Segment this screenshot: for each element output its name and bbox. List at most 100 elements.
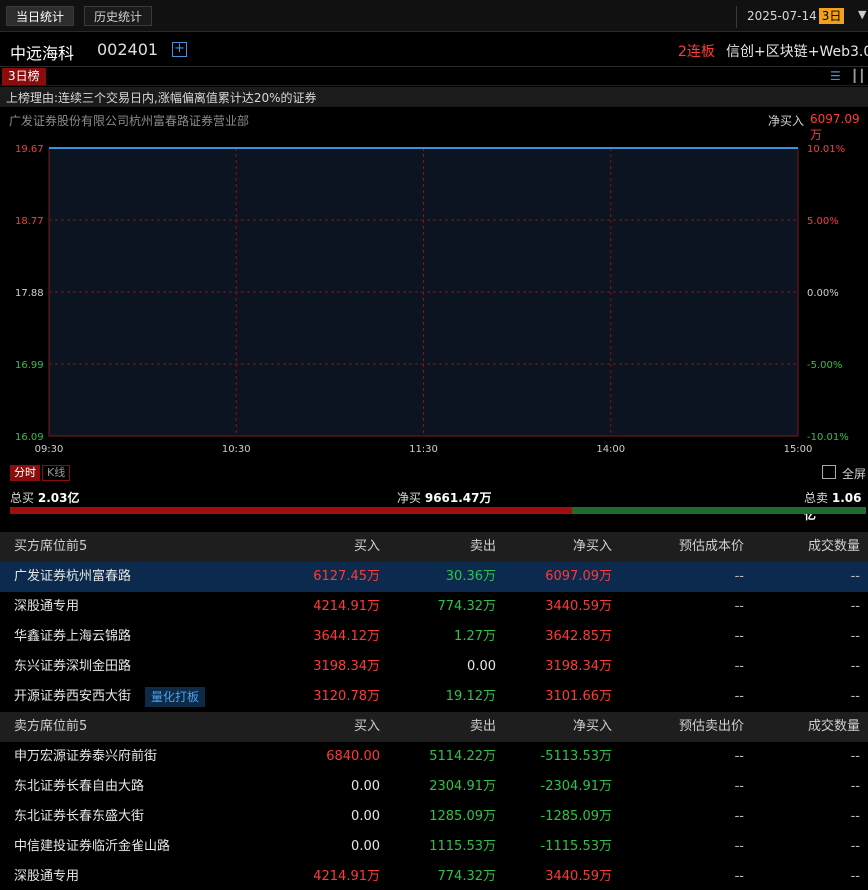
- y-tick-right: 5.00%: [807, 216, 839, 227]
- seat-name: 东北证券长春自由大路: [14, 779, 145, 794]
- table-row[interactable]: 东北证券长春东盛大街 0.00 1285.09万 -1285.09万 -- --: [0, 802, 868, 832]
- x-tick-label: 14:00: [596, 444, 625, 455]
- sell-amount: 1.27万: [454, 629, 496, 644]
- sell-amount: 30.36万: [445, 569, 496, 584]
- header-sell: 卖出: [469, 719, 496, 734]
- table-row[interactable]: 东北证券长春自由大路 0.00 2304.91万 -2304.91万 -- --: [0, 772, 868, 802]
- x-tick-label: 11:30: [409, 444, 438, 455]
- buy-amount: 6127.45万: [313, 569, 380, 584]
- x-tick-label: 10:30: [222, 444, 251, 455]
- listing-reason: 上榜理由:连续三个交易日内,涨幅偏离值累计达20%的证券: [0, 87, 868, 107]
- table-row[interactable]: 深股通专用 4214.91万 774.32万 3440.59万 -- --: [0, 592, 868, 622]
- sell-amount: 1115.53万: [429, 839, 496, 854]
- header-buy: 买入: [353, 719, 380, 734]
- seat-name: 开源证券西安西大街: [14, 689, 132, 704]
- sell-amount: 774.32万: [437, 869, 497, 884]
- sell-amount: 19.12万: [445, 689, 496, 704]
- net-amount: 3440.59万: [545, 869, 612, 884]
- seat-name: 东北证券长春东盛大街: [14, 809, 145, 824]
- y-tick-left: 18.77: [15, 216, 44, 227]
- add-watchlist-icon[interactable]: +: [172, 42, 187, 57]
- table-row[interactable]: 广发证券杭州富春路 6127.45万 30.36万 6097.09万 -- --: [0, 562, 868, 592]
- y-tick-left: 19.67: [15, 144, 44, 155]
- est-price: --: [734, 569, 744, 584]
- concept-tags: 信创+区块链+Web3.0: [726, 44, 868, 60]
- chevron-down-icon[interactable]: ▼: [858, 8, 866, 21]
- buy-amount: 4214.91万: [313, 869, 380, 884]
- table-row[interactable]: 开源证券西安西大街 量化打板 3120.78万 19.12万 3101.66万 -- --: [0, 682, 868, 712]
- net-amount: 6097.09万: [545, 569, 612, 584]
- header-sell-seats: 卖方席位前5: [14, 719, 88, 734]
- est-price: --: [734, 809, 744, 824]
- sell-table-header: 卖方席位前5 买入 卖出 净买入 预估卖出价 成交数量: [0, 712, 868, 742]
- net-amount: -2304.91万: [540, 779, 612, 794]
- seat-name: 华鑫证券上海云锦路: [14, 629, 132, 644]
- broker-name: 广发证券股份有限公司杭州富春路证券营业部: [9, 114, 250, 128]
- board-badge-row: 3日榜 ☰ ┃┃: [0, 67, 868, 86]
- buy-amount: 3644.12万: [313, 629, 380, 644]
- table-row[interactable]: 华鑫证券上海云锦路 3644.12万 1.27万 3642.85万 -- --: [0, 622, 868, 652]
- fullscreen-label[interactable]: 全屏: [842, 465, 866, 482]
- y-tick-left: 16.99: [15, 360, 44, 371]
- tab-kline[interactable]: K线: [42, 465, 71, 481]
- x-tick-label: 09:30: [35, 444, 64, 455]
- date-selector[interactable]: 2025-07-14 3日: [736, 6, 845, 28]
- y-tick-right: -10.01%: [807, 432, 849, 443]
- sell-amount: 2304.91万: [429, 779, 496, 794]
- y-tick-left: 16.09: [15, 432, 44, 443]
- y-tick-right: -5.00%: [807, 360, 842, 371]
- listing-reason-text: 上榜理由:连续三个交易日内,涨幅偏离值累计达20%的证券: [6, 91, 317, 105]
- est-price: --: [734, 779, 744, 794]
- date-range-badge[interactable]: 3日: [818, 8, 845, 24]
- net-amount: 3642.85万: [545, 629, 612, 644]
- volume: --: [850, 569, 860, 584]
- total-sell: 总卖 1.06亿: [804, 489, 868, 523]
- chart-tab-row: 分时 K线 全屏: [0, 463, 868, 485]
- header-buy: 买入: [353, 539, 380, 554]
- total-net: 净买 9661.47万: [397, 489, 492, 506]
- intraday-chart-svg: 19.67 10.01% 18.77 5.00% 17.88 0.00% 16.99 -5.0…: [15, 144, 849, 455]
- table-row[interactable]: 申万宏源证券泰兴府前街 6840.00 5114.22万 -5113.53万 -- --: [0, 742, 868, 772]
- tab-history-stats[interactable]: 历史统计: [84, 6, 153, 26]
- seat-name: 深股通专用: [14, 869, 80, 884]
- volume: --: [850, 629, 860, 644]
- intraday-chart[interactable]: 19.67 10.01% 18.77 5.00% 17.88 0.00% 16.99 -5.0…: [0, 138, 868, 460]
- seat-name: 广发证券杭州富春路: [14, 569, 132, 584]
- total-buy-value: 2.03亿: [37, 491, 80, 505]
- totals-row: 总买 2.03亿 净买 9661.47万 总卖 1.06亿: [0, 486, 868, 522]
- sell-amount: 0.00: [467, 659, 496, 674]
- buy-ratio-fill: [10, 507, 573, 514]
- tab-intraday[interactable]: 分时: [10, 465, 40, 481]
- quant-tag[interactable]: 量化打板: [145, 687, 206, 707]
- fullscreen-icon[interactable]: [822, 465, 836, 479]
- board-period-badge[interactable]: 3日榜: [2, 68, 46, 85]
- volume: --: [850, 689, 860, 704]
- tab-daily-stats[interactable]: 当日统计: [6, 6, 75, 26]
- volume: --: [850, 599, 860, 614]
- est-price: --: [734, 749, 744, 764]
- buy-table-header: 买方席位前5 买入 卖出 净买入 预估成本价 成交数量: [0, 532, 868, 562]
- table-row[interactable]: 中信建投证券临沂金雀山路 0.00 1115.53万 -1115.53万 -- --: [0, 832, 868, 862]
- volume: --: [850, 749, 860, 764]
- volume: --: [850, 659, 860, 674]
- header-sell: 卖出: [469, 539, 496, 554]
- buy-amount: 0.00: [351, 839, 380, 854]
- seat-name: 深股通专用: [14, 599, 80, 614]
- sell-amount: 5114.22万: [429, 749, 496, 764]
- stock-code: 002401: [97, 40, 159, 59]
- date-text: 2025-07-14: [747, 9, 817, 23]
- buy-amount: 0.00: [351, 779, 380, 794]
- stock-header: 中远海科 002401 + 2连板 信创+区块链+Web3.0: [0, 33, 868, 67]
- header-volume: 成交数量: [807, 719, 860, 734]
- table-row[interactable]: 东兴证券深圳金田路 3198.34万 0.00 3198.34万 -- --: [0, 652, 868, 682]
- header-volume: 成交数量: [807, 539, 860, 554]
- net-amount: -1115.53万: [540, 839, 612, 854]
- buy-sell-ratio-bar: [10, 507, 866, 514]
- list-view-icon[interactable]: ☰: [830, 69, 841, 83]
- stock-name: 中远海科: [10, 44, 75, 63]
- total-buy-label: 总买: [10, 491, 35, 505]
- table-row[interactable]: 深股通专用 4214.91万 774.32万 3440.59万 -- --: [0, 862, 868, 890]
- buy-amount: 3120.78万: [313, 689, 380, 704]
- y-tick-right: 0.00%: [807, 288, 839, 299]
- bar-chart-icon[interactable]: ┃┃: [851, 69, 865, 83]
